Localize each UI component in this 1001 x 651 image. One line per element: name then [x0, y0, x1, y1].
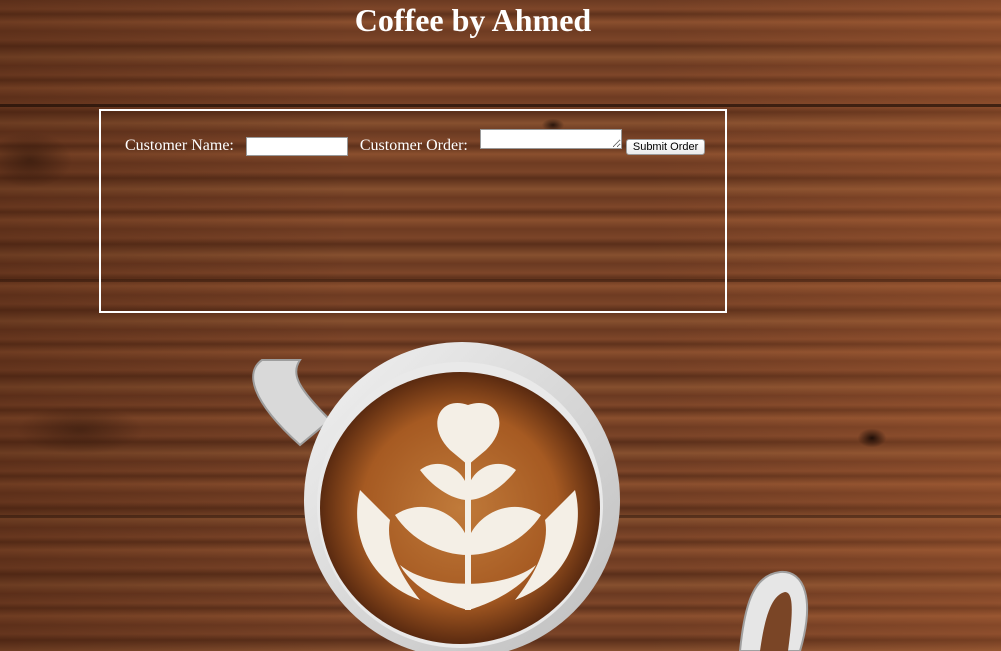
coffee-cup-image: [252, 342, 808, 651]
customer-order-label: Customer Order:: [359, 137, 468, 154]
order-form: Customer Name: Customer Order: Submit Or…: [125, 129, 706, 156]
order-form-box: Customer Name: Customer Order: Submit Or…: [99, 109, 727, 313]
cup-handle: [252, 359, 332, 447]
customer-name-input[interactable]: [245, 137, 348, 156]
second-cup-handle: [738, 570, 808, 651]
customer-name-label: Customer Name:: [125, 137, 234, 154]
customer-order-textarea[interactable]: [479, 129, 622, 149]
submit-order-button[interactable]: Submit Order: [625, 139, 706, 155]
page-title: Coffee by Ahmed: [354, 2, 592, 38]
